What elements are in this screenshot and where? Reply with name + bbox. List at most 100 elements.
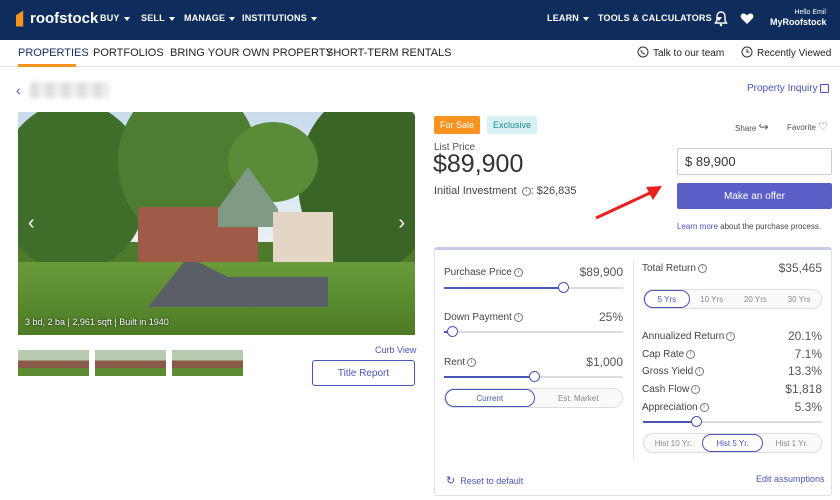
logo-text: roofstock — [30, 10, 99, 27]
rent-current-tab[interactable]: Current — [445, 389, 535, 407]
title-report-button[interactable]: Title Report — [312, 360, 415, 386]
purchase-price-slider-fill — [444, 287, 564, 289]
cash-flow-value: $1,818 — [785, 382, 822, 396]
appreciation-label: Appreciation i — [642, 402, 709, 413]
nav-sell[interactable]: SELL — [141, 13, 175, 23]
rent-slider[interactable] — [444, 371, 623, 382]
property-summary-caption: 3 bd, 2 ba | 2,961 sqft | Built in 1940 — [25, 317, 169, 327]
recently-viewed-link[interactable]: Recently Viewed — [757, 48, 831, 59]
info-icon[interactable]: i — [521, 186, 531, 196]
heart-icon[interactable] — [740, 12, 754, 25]
photo-thumbnail[interactable] — [172, 350, 243, 376]
cap-rate-label: Cap Rate i — [642, 349, 696, 360]
bell-icon[interactable] — [714, 11, 728, 27]
hist-1yr-tab[interactable]: Hist 1 Yr. — [763, 434, 821, 452]
tab-bring-your-own-property[interactable]: BRING YOUR OWN PROPERTY — [170, 47, 333, 59]
rent-est-market-tab[interactable]: Est. Market — [535, 389, 623, 407]
info-icon[interactable]: i — [726, 331, 736, 341]
chevron-down-icon — [583, 16, 589, 21]
property-photo[interactable]: ‹ › 3 bd, 2 ba | 2,961 sqft | Built in 1… — [18, 112, 415, 335]
annualized-return-label: Annualized Return i — [642, 331, 736, 342]
cash-flow-label-text: Cash Flow — [642, 384, 690, 395]
appreciation-slider-handle[interactable] — [690, 416, 702, 427]
horizon-10yrs-tab[interactable]: 10 Yrs — [690, 290, 734, 308]
chevron-down-icon — [123, 16, 130, 21]
photo-next-arrow-icon[interactable]: › — [398, 212, 405, 235]
tab-short-term-rentals[interactable]: SHORT-TERM RENTALS — [326, 47, 452, 59]
favorite-label: Favorite — [787, 123, 816, 132]
annualized-return-value: 20.1% — [787, 329, 822, 343]
rent-label: Rent i — [444, 357, 477, 368]
roofstock-logo[interactable]: roofstock — [16, 10, 98, 27]
hist-10yr-tab[interactable]: Hist 10 Yr. — [644, 434, 702, 452]
roofstock-logo-icon — [16, 10, 24, 27]
purchase-price-value: $89,900 — [579, 265, 623, 279]
cash-flow-label: Cash Flow i — [642, 384, 701, 395]
down-payment-slider-handle[interactable] — [446, 326, 458, 337]
info-icon[interactable]: i — [467, 357, 477, 367]
learn-more-link[interactable]: Learn more — [677, 222, 718, 231]
talk-to-team-link[interactable]: Talk to our team — [653, 48, 724, 59]
nav-institutions[interactable]: INSTITUTIONS — [242, 13, 317, 23]
info-icon[interactable]: i — [513, 312, 523, 322]
calculator-divider — [633, 260, 634, 460]
appreciation-slider[interactable] — [643, 416, 822, 427]
photo-prev-arrow-icon[interactable]: ‹ — [28, 212, 35, 235]
info-icon[interactable]: i — [699, 402, 709, 412]
info-icon[interactable]: i — [697, 263, 707, 273]
down-payment-label-text: Down Payment — [444, 312, 512, 323]
nav-institutions-label: INSTITUTIONS — [242, 13, 307, 23]
appreciation-label-text: Appreciation — [642, 402, 698, 413]
appreciation-history-toggle: Hist 10 Yr. Hist 5 Yr. Hist 1 Yr. — [643, 433, 822, 453]
nav-learn[interactable]: LEARN — [547, 13, 589, 23]
favorite-button[interactable]: Favorite ♡ — [787, 120, 828, 133]
edit-assumptions-link[interactable]: Edit assumptions — [756, 474, 825, 484]
horizon-5yrs-tab[interactable]: 5 Yrs — [644, 290, 690, 308]
nav-manage[interactable]: MANAGE — [184, 13, 236, 23]
top-navbar: roofstock BUY SELL MANAGE INSTITUTIONS L… — [0, 0, 840, 40]
list-price-value: $89,900 — [433, 150, 524, 178]
info-icon[interactable]: i — [686, 349, 696, 359]
back-chevron-icon[interactable]: ‹ — [16, 82, 21, 98]
initial-investment: Initial Investment i: $26,835 — [434, 185, 576, 197]
whatsapp-icon — [637, 46, 649, 58]
photo-thumbnail[interactable] — [95, 350, 166, 376]
rent-label-text: Rent — [444, 357, 466, 368]
exclusive-badge: Exclusive — [487, 116, 538, 134]
chevron-down-icon — [310, 16, 317, 21]
nav-tools[interactable]: TOOLS & CALCULATORS — [598, 13, 722, 23]
info-icon[interactable]: i — [691, 384, 701, 394]
offer-price-input[interactable]: $ 89,900 — [677, 148, 832, 175]
tab-properties[interactable]: PROPERTIES — [18, 47, 89, 59]
info-icon[interactable]: i — [695, 366, 705, 376]
reset-to-default-button[interactable]: ↻ Reset to default — [446, 474, 523, 487]
cap-rate-label-text: Cap Rate — [642, 349, 685, 360]
gross-yield-label-text: Gross Yield — [642, 366, 694, 377]
heart-outline-icon: ♡ — [818, 121, 829, 133]
make-an-offer-button[interactable]: Make an offer — [677, 183, 832, 209]
curb-view-link[interactable]: Curb View — [375, 345, 416, 355]
hist-5yr-tab[interactable]: Hist 5 Yr. — [702, 434, 763, 452]
nav-tools-label: TOOLS & CALCULATORS — [598, 13, 712, 23]
appreciation-slider-fill — [643, 421, 697, 423]
purchase-price-label-text: Purchase Price — [444, 267, 512, 278]
total-return-label: Total Return i — [642, 263, 707, 274]
purchase-price-slider[interactable] — [444, 282, 623, 293]
purchase-price-slider-handle[interactable] — [557, 282, 569, 293]
nav-buy-label: BUY — [100, 13, 120, 23]
horizon-20yrs-tab[interactable]: 20 Yrs — [734, 290, 778, 308]
blurred-address — [30, 82, 110, 98]
share-button[interactable]: Share ↪ — [735, 120, 769, 134]
down-payment-slider[interactable] — [444, 326, 623, 337]
initial-investment-label: Initial Investment — [434, 185, 517, 197]
horizon-30yrs-tab[interactable]: 30 Yrs — [777, 290, 821, 308]
nav-buy[interactable]: BUY — [100, 13, 130, 23]
photo-thumbnail[interactable] — [18, 350, 89, 376]
info-icon[interactable]: i — [513, 267, 523, 277]
chevron-down-icon — [168, 16, 175, 21]
active-tab-underline — [18, 64, 76, 67]
property-inquiry-link[interactable]: Property Inquiry — [747, 83, 830, 94]
calendar-icon — [820, 83, 830, 93]
my-roofstock-link[interactable]: MyRoofstock — [770, 17, 827, 27]
tab-portfolios[interactable]: PORTFOLIOS — [93, 47, 164, 59]
